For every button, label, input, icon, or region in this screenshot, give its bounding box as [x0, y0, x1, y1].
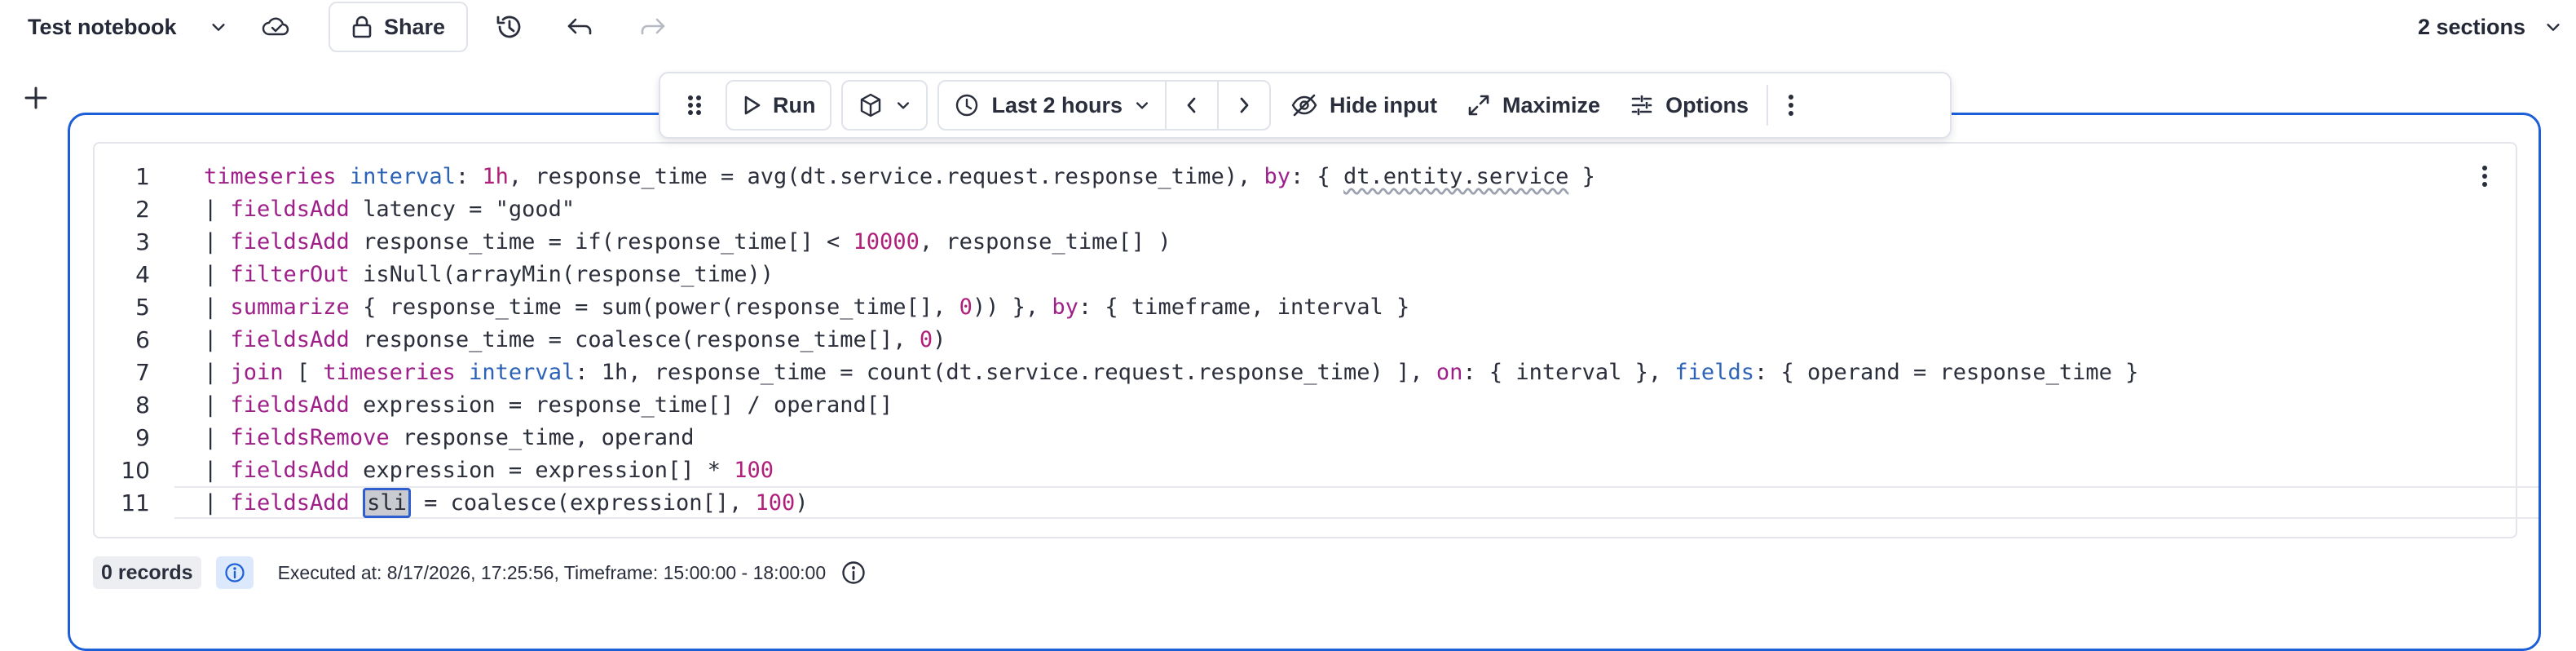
- cloud-sync-icon[interactable]: [259, 11, 293, 42]
- run-group: Run: [726, 80, 832, 131]
- code-text: | summarize { response_time = sum(power(…: [204, 294, 1410, 320]
- run-button[interactable]: Run: [727, 80, 830, 131]
- timeframe-label: Last 2 hours: [991, 92, 1123, 117]
- execution-info-icon[interactable]: [840, 560, 867, 586]
- hide-input-label: Hide input: [1330, 92, 1438, 117]
- code-line[interactable]: 10 | fieldsAdd expression = expression[]…: [95, 454, 2442, 486]
- share-label: Share: [383, 14, 446, 39]
- options-button[interactable]: Options: [1615, 80, 1763, 131]
- code-line[interactable]: 9 | fieldsRemove response_time, operand: [95, 421, 2442, 454]
- line-number: 2: [135, 195, 150, 223]
- code-text: | filterOut isNull(arrayMin(response_tim…: [204, 261, 774, 287]
- code-text: | fieldsAdd sli = coalesce(expression[],…: [204, 487, 809, 518]
- chevron-down-icon: [1134, 97, 1150, 113]
- environment-dropdown[interactable]: [843, 80, 926, 131]
- add-section-plus-icon[interactable]: [18, 80, 54, 116]
- line-number: 1: [135, 162, 150, 190]
- eye-off-icon: [1290, 93, 1318, 117]
- code-line[interactable]: 8 | fieldsAdd expression = response_time…: [95, 388, 2442, 421]
- undo-icon[interactable]: [562, 11, 597, 42]
- code-text: | fieldsRemove response_time, operand: [204, 424, 695, 450]
- sliders-icon: [1630, 93, 1654, 117]
- code-text: | fieldsAdd response_time = if(response_…: [204, 228, 1171, 255]
- sections-dropdown[interactable]: 2 sections: [2418, 11, 2525, 43]
- line-number: 8: [135, 391, 150, 418]
- line-number: 4: [135, 260, 150, 288]
- code-text: timeseries interval: 1h, response_time =…: [204, 163, 1595, 189]
- line-number: 3: [135, 228, 150, 255]
- code-line[interactable]: 3 | fieldsAdd response_time = if(respons…: [95, 225, 2442, 258]
- code-text: | join [ timeseries interval: 1h, respon…: [204, 359, 2139, 385]
- line-number: 9: [135, 423, 150, 451]
- run-label: Run: [773, 92, 816, 117]
- editor-more-vertical-icon[interactable]: [2470, 162, 2499, 191]
- line-number: 6: [135, 326, 150, 353]
- info-icon[interactable]: [215, 556, 254, 589]
- code-line[interactable]: 6 | fieldsAdd response_time = coalesce(r…: [95, 323, 2442, 356]
- toolbar-divider: [1767, 85, 1769, 126]
- timeframe-group: Last 2 hours: [937, 80, 1272, 131]
- maximize-button[interactable]: Maximize: [1452, 80, 1615, 131]
- title-chevron-down-icon[interactable]: [204, 15, 233, 39]
- execution-info: Executed at: 8/17/2026, 17:25:56, Timefr…: [277, 561, 827, 583]
- result-status-bar: 0 records Executed at: 8/17/2026, 17:25:…: [93, 553, 867, 592]
- records-count-badge: 0 records: [93, 556, 201, 589]
- play-icon: [742, 94, 761, 117]
- code-line[interactable]: 4 | filterOut isNull(arrayMin(response_t…: [95, 258, 2442, 290]
- code-line[interactable]: 2 | fieldsAdd latency = "good": [95, 193, 2442, 225]
- chevron-down-icon: [895, 97, 911, 113]
- options-label: Options: [1665, 92, 1749, 117]
- chevron-left-icon: [1184, 95, 1199, 115]
- more-vertical-icon: [1788, 94, 1794, 117]
- code-text: | fieldsAdd expression = expression[] * …: [204, 457, 774, 483]
- code-line[interactable]: 1 timeseries interval: 1h, response_time…: [95, 160, 2442, 193]
- environment-group: [841, 80, 929, 131]
- code-text: | fieldsAdd expression = response_time[]…: [204, 392, 893, 418]
- cube-icon: [858, 92, 884, 118]
- sections-label: 2 sections: [2417, 14, 2525, 39]
- clock-icon: [954, 92, 980, 118]
- timeframe-previous-button[interactable]: [1165, 80, 1217, 131]
- timeframe-next-button[interactable]: [1217, 80, 1269, 131]
- timeframe-dropdown[interactable]: Last 2 hours: [939, 80, 1165, 131]
- maximize-label: Maximize: [1502, 92, 1601, 117]
- code-text: | fieldsAdd latency = "good": [204, 196, 576, 222]
- maximize-icon: [1467, 93, 1491, 117]
- lock-icon: [351, 16, 373, 38]
- section-toolbar: Run Last 2 hours Hide input Maximize Opt…: [659, 72, 1952, 139]
- share-button[interactable]: Share: [329, 2, 468, 52]
- code-text: | fieldsAdd response_time = coalesce(res…: [204, 326, 946, 352]
- notebook-header: Test notebook Share 2 sections: [0, 0, 2576, 54]
- drag-handle-icon[interactable]: [668, 80, 721, 131]
- hide-input-button[interactable]: Hide input: [1276, 80, 1452, 131]
- line-number: 7: [135, 358, 150, 386]
- more-options-button[interactable]: [1771, 80, 1811, 131]
- code-line[interactable]: 7 | join [ timeseries interval: 1h, resp…: [95, 356, 2442, 388]
- redo-icon[interactable]: [636, 11, 670, 42]
- notebook-title[interactable]: Test notebook: [28, 11, 177, 43]
- line-number: 11: [121, 489, 150, 516]
- chevron-right-icon: [1237, 95, 1251, 115]
- dql-code-editor[interactable]: 1 timeseries interval: 1h, response_time…: [93, 142, 2539, 538]
- sections-chevron-down-icon[interactable]: [2539, 15, 2568, 39]
- line-number: 5: [135, 293, 150, 321]
- code-line[interactable]: 5 | summarize { response_time = sum(powe…: [95, 290, 2442, 323]
- selected-token[interactable]: sli: [363, 487, 411, 518]
- line-number: 10: [121, 456, 150, 484]
- history-icon[interactable]: [492, 10, 527, 44]
- code-line-active[interactable]: 11 | fieldsAdd sli = coalesce(expression…: [95, 486, 2442, 519]
